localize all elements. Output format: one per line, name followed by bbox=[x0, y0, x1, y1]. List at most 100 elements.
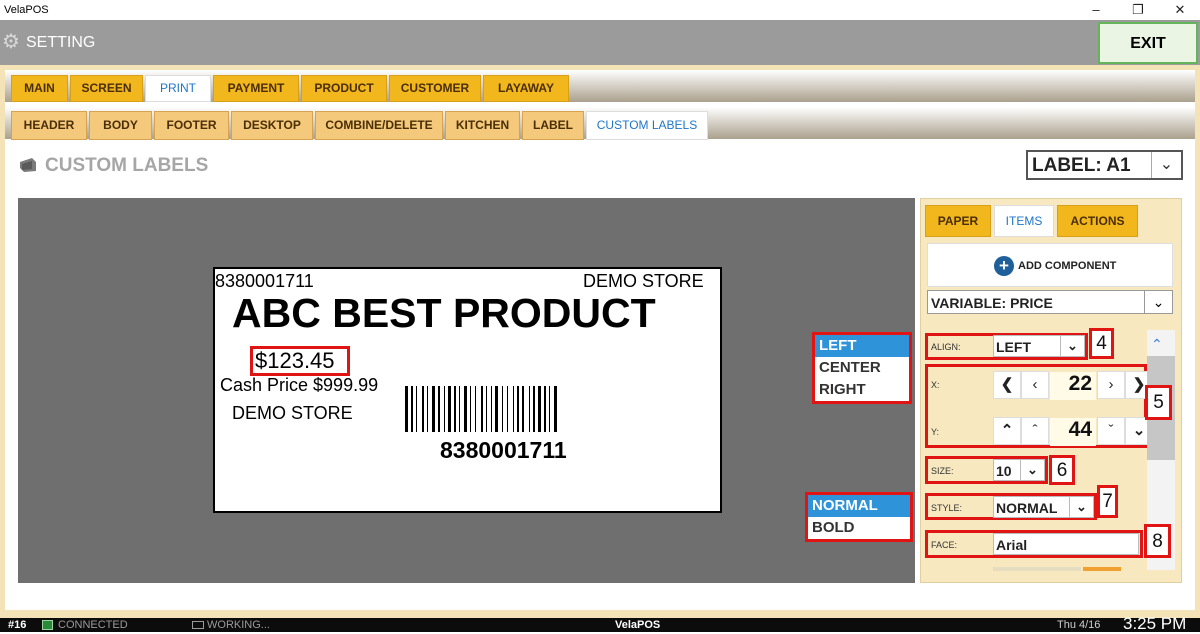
label-select[interactable]: LABEL: A1 ⌄ bbox=[1026, 150, 1183, 180]
y-value[interactable]: 44 bbox=[1050, 418, 1096, 446]
x-decrease-large-button[interactable]: ❮ bbox=[993, 371, 1021, 399]
barcode-bar bbox=[522, 386, 524, 432]
align-option-right[interactable]: RIGHT bbox=[815, 379, 909, 401]
chevron-down-icon[interactable]: ⌄ bbox=[1020, 460, 1044, 480]
align-label: ALIGN: bbox=[931, 342, 961, 352]
close-icon[interactable]: ✕ bbox=[1164, 0, 1196, 20]
align-dropdown[interactable]: LEFT ⌄ bbox=[993, 335, 1085, 357]
barcode-bar bbox=[538, 386, 541, 432]
tab-product[interactable]: PRODUCT bbox=[301, 75, 387, 102]
barcode-bar bbox=[491, 386, 492, 432]
network-icon bbox=[42, 620, 53, 630]
tab-items[interactable]: ITEMS bbox=[994, 205, 1054, 237]
callout-6: 6 bbox=[1049, 455, 1075, 485]
variable-select[interactable]: VARIABLE: PRICE ⌄ bbox=[927, 290, 1173, 314]
barcode-bar bbox=[427, 386, 428, 432]
label-select-value: LABEL: A1 bbox=[1032, 155, 1131, 176]
printer-icon bbox=[20, 158, 36, 172]
tab-footer[interactable]: FOOTER bbox=[154, 111, 229, 140]
y-increase-button[interactable]: ˇ bbox=[1097, 417, 1125, 445]
y-decrease-button[interactable]: ˆ bbox=[1021, 417, 1049, 445]
size-dropdown-value: 10 bbox=[996, 463, 1012, 479]
tab-actions[interactable]: ACTIONS bbox=[1057, 205, 1138, 237]
variable-select-value: VARIABLE: PRICE bbox=[931, 295, 1053, 311]
gear-icon: ⚙ bbox=[2, 31, 20, 53]
barcode-bar bbox=[448, 386, 451, 432]
barcode-bar bbox=[495, 386, 498, 432]
style-dropdown[interactable]: NORMAL ⌄ bbox=[993, 496, 1094, 518]
barcode-bar bbox=[422, 386, 424, 432]
chevron-up-icon[interactable]: ⌃ bbox=[1151, 336, 1163, 353]
taskbar: #16 CONNECTED WORKING... VelaPOS Thu 4/1… bbox=[0, 614, 1200, 633]
window-icon bbox=[192, 621, 204, 629]
x-increase-button[interactable]: › bbox=[1097, 371, 1125, 399]
style-option-bold[interactable]: BOLD bbox=[808, 517, 910, 539]
barcode-bar bbox=[533, 386, 535, 432]
window-title-bar: VelaPOS – ❐ ✕ bbox=[0, 0, 1200, 20]
x-decrease-button[interactable]: ‹ bbox=[1021, 371, 1049, 399]
print-sub-tab-bar: HEADER BODY FOOTER DESKTOP COMBINE/DELET… bbox=[5, 107, 1195, 140]
barcode-bar bbox=[486, 386, 487, 432]
tab-desktop[interactable]: DESKTOP bbox=[231, 111, 313, 140]
barcode-bar bbox=[502, 386, 503, 432]
y-label: Y: bbox=[931, 427, 940, 437]
barcode-bar bbox=[513, 386, 514, 432]
align-option-center[interactable]: CENTER bbox=[815, 357, 909, 379]
working-status: WORKING... bbox=[207, 619, 270, 631]
align-option-left[interactable]: LEFT bbox=[815, 335, 909, 357]
callout-8: 8 bbox=[1144, 524, 1171, 558]
barcode-number[interactable]: 8380001711 bbox=[440, 437, 567, 464]
size-dropdown[interactable]: 10 ⌄ bbox=[993, 459, 1045, 481]
label-top-left-text[interactable]: 8380001711 bbox=[215, 271, 314, 292]
terminal-number: #16 bbox=[8, 619, 27, 631]
label-product-name[interactable]: ABC BEST PRODUCT bbox=[232, 290, 656, 337]
add-component-label: ADD COMPONENT bbox=[1018, 260, 1117, 272]
tab-body[interactable]: BODY bbox=[89, 111, 152, 140]
section-title: CUSTOM LABELS bbox=[45, 155, 209, 176]
chevron-down-icon[interactable]: ⌄ bbox=[1144, 291, 1172, 313]
style-label: STYLE: bbox=[931, 503, 963, 513]
tab-label[interactable]: LABEL bbox=[522, 111, 584, 140]
label-top-right-text[interactable]: DEMO STORE bbox=[583, 271, 704, 292]
exit-button[interactable]: EXIT bbox=[1098, 22, 1198, 64]
size-label: SIZE: bbox=[931, 466, 954, 476]
tab-header[interactable]: HEADER bbox=[11, 111, 87, 140]
panel-divider bbox=[993, 567, 1081, 571]
barcode-bar bbox=[507, 386, 508, 432]
barcode-bar bbox=[544, 386, 546, 432]
tab-customer[interactable]: CUSTOMER bbox=[389, 75, 481, 102]
face-input[interactable]: Arial bbox=[993, 533, 1139, 555]
chevron-down-icon[interactable]: ⌄ bbox=[1060, 336, 1084, 356]
panel-accent-bar bbox=[1083, 567, 1121, 571]
tab-layaway[interactable]: LAYAWAY bbox=[483, 75, 569, 102]
page-title: SETTING bbox=[26, 34, 96, 51]
tab-combine-delete[interactable]: COMBINE/DELETE bbox=[315, 111, 443, 140]
label-price[interactable]: $123.45 bbox=[255, 348, 335, 374]
label-store-name[interactable]: DEMO STORE bbox=[232, 403, 353, 424]
y-decrease-large-button[interactable]: ⌃ bbox=[993, 417, 1021, 445]
window-title: VelaPOS bbox=[4, 4, 49, 16]
chevron-down-icon[interactable]: ⌄ bbox=[1069, 497, 1093, 517]
tab-print[interactable]: PRINT bbox=[145, 75, 211, 102]
barcode[interactable] bbox=[403, 386, 636, 432]
taskbar-time: 3:25 PM bbox=[1123, 614, 1187, 633]
tab-main[interactable]: MAIN bbox=[11, 75, 68, 102]
label-cash-price[interactable]: Cash Price $999.99 bbox=[220, 375, 378, 396]
tab-paper[interactable]: PAPER bbox=[925, 205, 991, 237]
x-value[interactable]: 22 bbox=[1050, 372, 1096, 400]
barcode-bar bbox=[438, 386, 440, 432]
minimize-icon[interactable]: – bbox=[1080, 0, 1112, 20]
barcode-bar bbox=[444, 386, 445, 432]
align-dropdown-value: LEFT bbox=[996, 339, 1031, 355]
style-option-normal[interactable]: NORMAL bbox=[808, 495, 910, 517]
maximize-icon[interactable]: ❐ bbox=[1122, 0, 1154, 20]
chevron-down-icon[interactable]: ⌄ bbox=[1151, 152, 1181, 178]
barcode-bar bbox=[411, 386, 413, 432]
face-input-value: Arial bbox=[996, 537, 1028, 553]
tab-screen[interactable]: SCREEN bbox=[70, 75, 143, 102]
tab-custom-labels[interactable]: CUSTOM LABELS bbox=[586, 111, 708, 140]
add-component-button[interactable]: + ADD COMPONENT bbox=[927, 243, 1173, 287]
tab-kitchen[interactable]: KITCHEN bbox=[445, 111, 520, 140]
tab-payment[interactable]: PAYMENT bbox=[213, 75, 299, 102]
barcode-bar bbox=[481, 386, 483, 432]
